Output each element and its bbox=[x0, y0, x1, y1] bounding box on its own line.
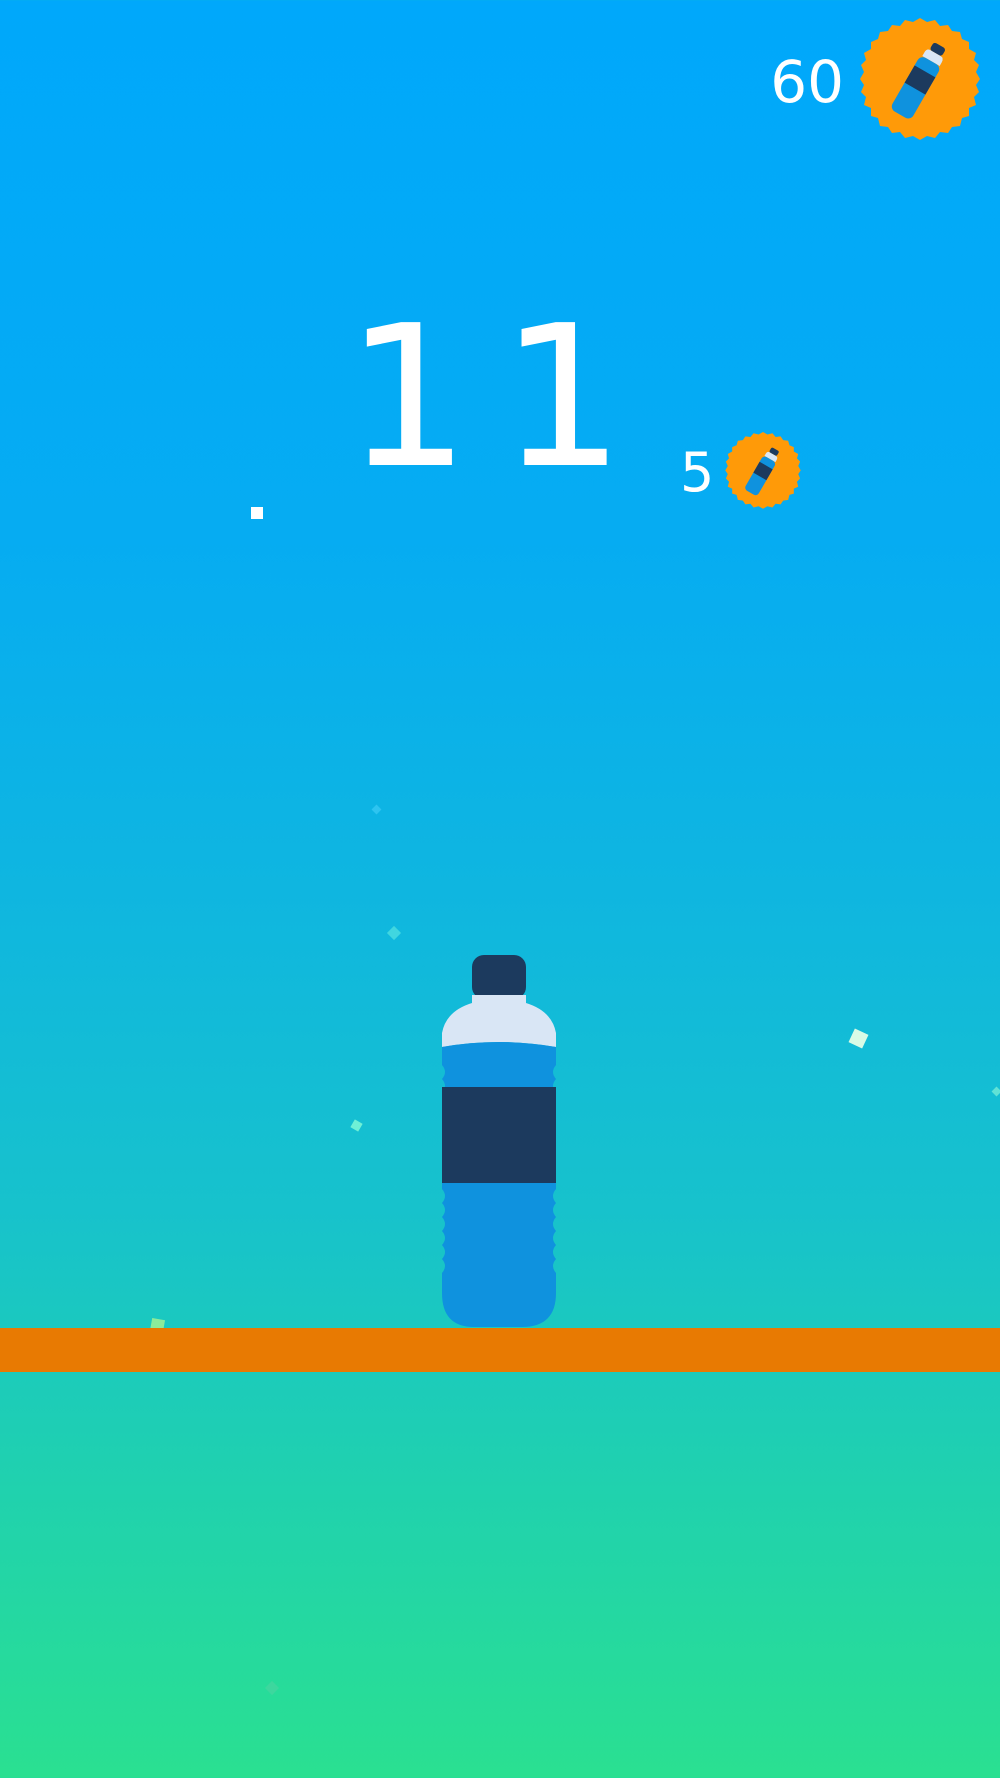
bonus-reward: 5 bbox=[680, 432, 802, 514]
confetti-particle bbox=[350, 1119, 363, 1132]
confetti-particle bbox=[991, 1086, 1000, 1097]
water-bottle[interactable] bbox=[440, 955, 556, 1331]
confetti-particle bbox=[848, 1028, 869, 1049]
confetti-particle bbox=[386, 925, 402, 941]
bottle-coin-icon bbox=[724, 432, 802, 514]
coin-total-value: 60 bbox=[770, 48, 844, 116]
confetti-particle bbox=[251, 507, 263, 519]
bonus-value: 5 bbox=[680, 441, 715, 504]
confetti-particle bbox=[371, 804, 382, 815]
orange-platform bbox=[0, 1328, 1000, 1372]
score-counter: 11 bbox=[345, 284, 655, 512]
bottle-coin-icon bbox=[858, 18, 982, 146]
confetti-particle bbox=[264, 1680, 280, 1696]
bottle-neck bbox=[442, 995, 556, 1047]
coin-total: 60 bbox=[770, 18, 982, 146]
bottle-body bbox=[442, 1042, 556, 1327]
bottle-label bbox=[442, 1087, 556, 1183]
bottle-cap bbox=[472, 955, 526, 999]
